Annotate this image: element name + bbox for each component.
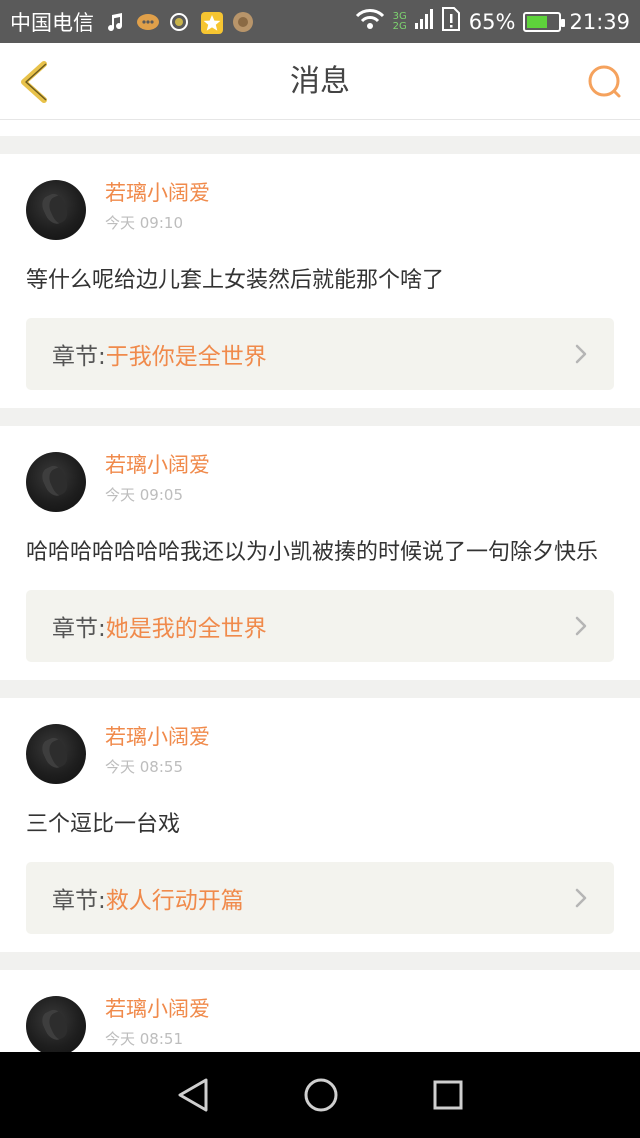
username[interactable]: 若璃小阔爱 [105,452,210,478]
search-icon[interactable] [586,63,624,101]
message-meta: 若璃小阔爱 今天 08:55 [105,724,210,777]
username[interactable]: 若璃小阔爱 [105,724,210,750]
chevron-right-icon [574,888,588,908]
chapter-label: 章节: [52,344,106,370]
list-item[interactable]: 若璃小阔爱 今天 08:51 [0,970,640,1052]
coin-icon [232,11,254,33]
message-header: 若璃小阔爱 今天 09:10 [26,180,614,242]
chapter-name: 她是我的全世界 [105,616,267,642]
message-text: 三个逗比一台戏 [26,812,181,837]
app-header: 消息 [0,43,640,120]
chapter-name: 于我你是全世界 [105,344,267,370]
message-header: 若璃小阔爱 今天 09:05 [26,452,614,514]
message-time: 今天 09:05 [105,486,183,504]
signal-icon [414,9,433,34]
message-text: 等什么呢给边儿套上女装然后就能那个啥了 [26,268,445,293]
chapter-link[interactable]: 章节: 于我你是全世界 [26,318,614,390]
message-header: 若璃小阔爱 今天 08:55 [26,724,614,786]
battery-icon [523,11,566,32]
message-time: 今天 08:55 [105,758,183,776]
avatar[interactable] [26,180,86,240]
chevron-right-icon [574,616,588,636]
username[interactable]: 若璃小阔爱 [105,996,210,1022]
list-item[interactable]: 若璃小阔爱 今天 09:10 等什么呢给边儿套上女装然后就能那个啥了 章节: 于… [0,154,640,408]
network-2g: 2G [392,20,407,32]
chapter-link[interactable]: 章节: 救人行动开篇 [26,862,614,934]
clock-time: 21:39 [569,9,630,34]
message-meta: 若璃小阔爱 今天 09:10 [105,180,210,233]
message-meta: 若璃小阔爱 今天 09:05 [105,452,210,505]
chevron-right-icon [574,344,588,364]
system-nav-bar [0,1052,640,1138]
wifi-icon [355,8,385,35]
chapter-name: 救人行动开篇 [105,888,244,914]
network-type: 3G 2G [392,10,407,32]
list-item[interactable]: 若璃小阔爱 今天 09:05 哈哈哈哈哈哈哈我还以为小凯被揍的时候说了一句除夕快… [0,426,640,680]
location-icon [168,11,190,33]
chat-icon [136,11,159,33]
network-3g: 3G [392,10,407,22]
avatar[interactable] [26,452,86,512]
star-app-icon [200,11,223,34]
nav-home-icon[interactable] [303,1077,339,1113]
username[interactable]: 若璃小阔爱 [105,180,210,206]
nav-recents-icon[interactable] [432,1079,464,1111]
avatar[interactable] [26,724,86,784]
message-time: 今天 08:51 [105,1030,183,1048]
message-text: 哈哈哈哈哈哈哈我还以为小凯被揍的时候说了一句除夕快乐 [26,540,599,565]
message-list[interactable]: 若璃小阔爱 今天 09:10 等什么呢给边儿套上女装然后就能那个啥了 章节: 于… [0,120,640,1052]
chapter-link[interactable]: 章节: 她是我的全世界 [26,590,614,662]
list-top-spacer [0,120,640,154]
carrier-name: 中国电信 [10,10,94,35]
page-title: 消息 [290,64,350,99]
nav-back-icon[interactable] [176,1077,210,1113]
chapter-label: 章节: [52,616,106,642]
sim-alert-icon [441,6,461,37]
list-item[interactable]: 若璃小阔爱 今天 08:55 三个逗比一台戏 章节: 救人行动开篇 [0,698,640,952]
chapter-label: 章节: [52,888,106,914]
message-header: 若璃小阔爱 今天 08:51 [26,996,614,1052]
battery-percent: 65% [468,9,516,34]
message-meta: 若璃小阔爱 今天 08:51 [105,996,210,1049]
music-icon [104,11,126,33]
message-time: 今天 09:10 [105,214,183,232]
avatar[interactable] [26,996,86,1052]
status-bar: 中国电信 3G 2G 65% 21:39 [0,0,640,43]
